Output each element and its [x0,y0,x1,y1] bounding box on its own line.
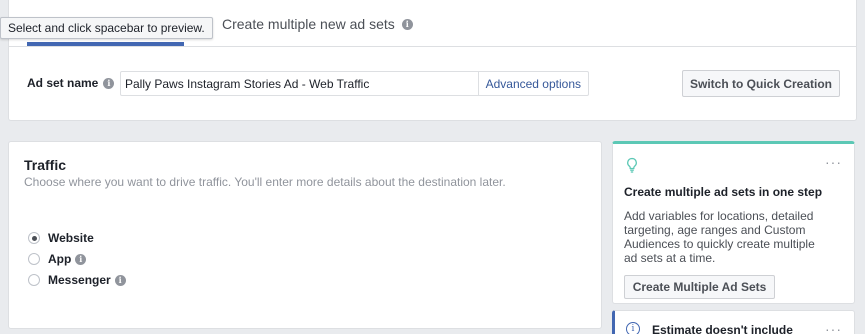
estimate-card: i Estimate doesn't include ··· [612,310,855,334]
info-circle-icon: i [626,322,640,334]
radio-label: Website [48,231,94,245]
active-tab-indicator [27,42,184,46]
traffic-description: Choose where you want to drive traffic. … [24,175,506,189]
radio-button[interactable] [28,274,40,286]
info-icon[interactable]: i [75,253,87,265]
ad-set-name-label-text: Ad set name [27,76,99,90]
radio-label: App [48,252,72,266]
more-options-icon[interactable]: ··· [825,155,842,169]
radio-option-messenger[interactable]: Messenger i [28,273,126,287]
preview-tooltip: Select and click spacebar to preview. [0,17,213,39]
info-icon[interactable]: i [114,274,126,286]
radio-label: Messenger [48,273,111,287]
radio-option-website[interactable]: Website [28,231,94,245]
radio-option-app[interactable]: App i [28,252,87,266]
ad-set-name-field: Advanced options [120,71,589,96]
switch-to-quick-creation-button[interactable]: Switch to Quick Creation [682,70,840,97]
create-multiple-ad-sets-button[interactable]: Create Multiple Ad Sets [624,275,775,299]
radio-button-selected[interactable] [28,232,40,244]
tab-label: Create multiple new ad sets [222,16,395,32]
ad-set-name-input[interactable] [121,72,478,95]
lightbulb-icon [627,157,637,173]
ad-set-name-label: Ad set name i [27,76,115,90]
tip-body: Add variables for locations, detailed ta… [624,209,815,265]
tip-title: Create multiple ad sets in one step [624,185,823,199]
estimate-title: Estimate doesn't include [652,323,793,334]
info-icon[interactable]: i [103,77,115,89]
traffic-title: Traffic [24,157,67,173]
traffic-card: Traffic Choose where you want to drive t… [8,141,602,329]
radio-button[interactable] [28,253,40,265]
info-icon[interactable]: i [401,18,413,30]
create-multiple-tip-card: ··· Create multiple ad sets in one step … [612,141,855,304]
advanced-options-link[interactable]: Advanced options [477,72,588,95]
tab-create-multiple-ad-sets[interactable]: Create multiple new ad sets i [222,16,413,32]
more-options-icon[interactable]: ··· [825,322,842,334]
